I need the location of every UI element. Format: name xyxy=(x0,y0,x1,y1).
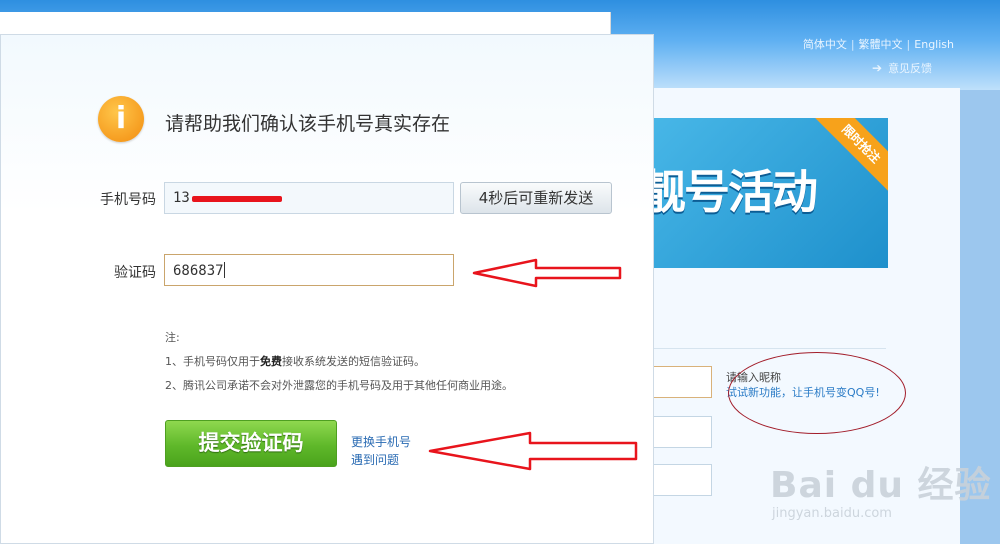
code-label: 验证码 xyxy=(114,265,156,281)
info-icon: i xyxy=(98,96,144,142)
feedback-label: 意见反馈 xyxy=(888,62,933,75)
watermark-logo: Bai du 经验 xyxy=(770,465,992,506)
language-bar: 简体中文 | 繁體中文 | English xyxy=(799,36,958,52)
watermark-url: jingyan.baidu.com xyxy=(772,506,892,521)
verification-code-input[interactable]: 686837 xyxy=(164,254,454,286)
feedback-link[interactable]: ➔ 意见反馈 xyxy=(872,60,932,76)
notes: 注: 1、手机号码仅用于免费接收系统发送的短信验证码。 2、腾讯公司承诺不会对外… xyxy=(165,326,513,398)
problem-link[interactable]: 遇到问题 xyxy=(351,451,411,469)
phone-label: 手机号码 xyxy=(100,192,156,208)
note-2: 2、腾讯公司承诺不会对外泄露您的手机号码及用于其他任何商业用途。 xyxy=(165,379,513,392)
redaction-mark xyxy=(192,196,282,202)
promo-banner[interactable]: 靓号活动 限时抢注 xyxy=(640,118,888,268)
notes-title: 注: xyxy=(165,331,180,344)
code-value: 686837 xyxy=(173,263,224,279)
annotation-circle xyxy=(728,352,906,434)
lang-traditional-link[interactable]: 繁體中文 xyxy=(855,38,907,51)
annotation-arrow-submit xyxy=(428,431,638,471)
lang-simplified-link[interactable]: 简体中文 xyxy=(799,38,851,51)
submit-code-button[interactable]: 提交验证码 xyxy=(165,420,337,467)
watermark: Bai du 经验 jingyan.baidu.com xyxy=(770,456,992,521)
nickname-input[interactable] xyxy=(650,366,712,398)
resend-button[interactable]: 4秒后可重新发送 xyxy=(460,182,612,214)
dialog-heading: 请帮助我们确认该手机号真实存在 xyxy=(165,113,451,135)
password-input[interactable] xyxy=(650,416,712,448)
confirm-password-input[interactable] xyxy=(650,464,712,496)
annotation-arrow-code xyxy=(472,258,622,288)
lang-english-link[interactable]: English xyxy=(910,38,958,51)
side-links: 更换手机号 遇到问题 xyxy=(351,433,411,469)
note-1: 1、手机号码仅用于免费接收系统发送的短信验证码。 xyxy=(165,355,425,368)
banner-ribbon: 限时抢注 xyxy=(812,118,888,193)
phone-value: 13 xyxy=(173,190,190,206)
banner-title: 靓号活动 xyxy=(640,165,818,219)
divider xyxy=(650,348,886,349)
change-phone-link[interactable]: 更换手机号 xyxy=(351,433,411,451)
text-cursor xyxy=(223,262,225,278)
arrow-right-icon: ➔ xyxy=(872,61,883,75)
